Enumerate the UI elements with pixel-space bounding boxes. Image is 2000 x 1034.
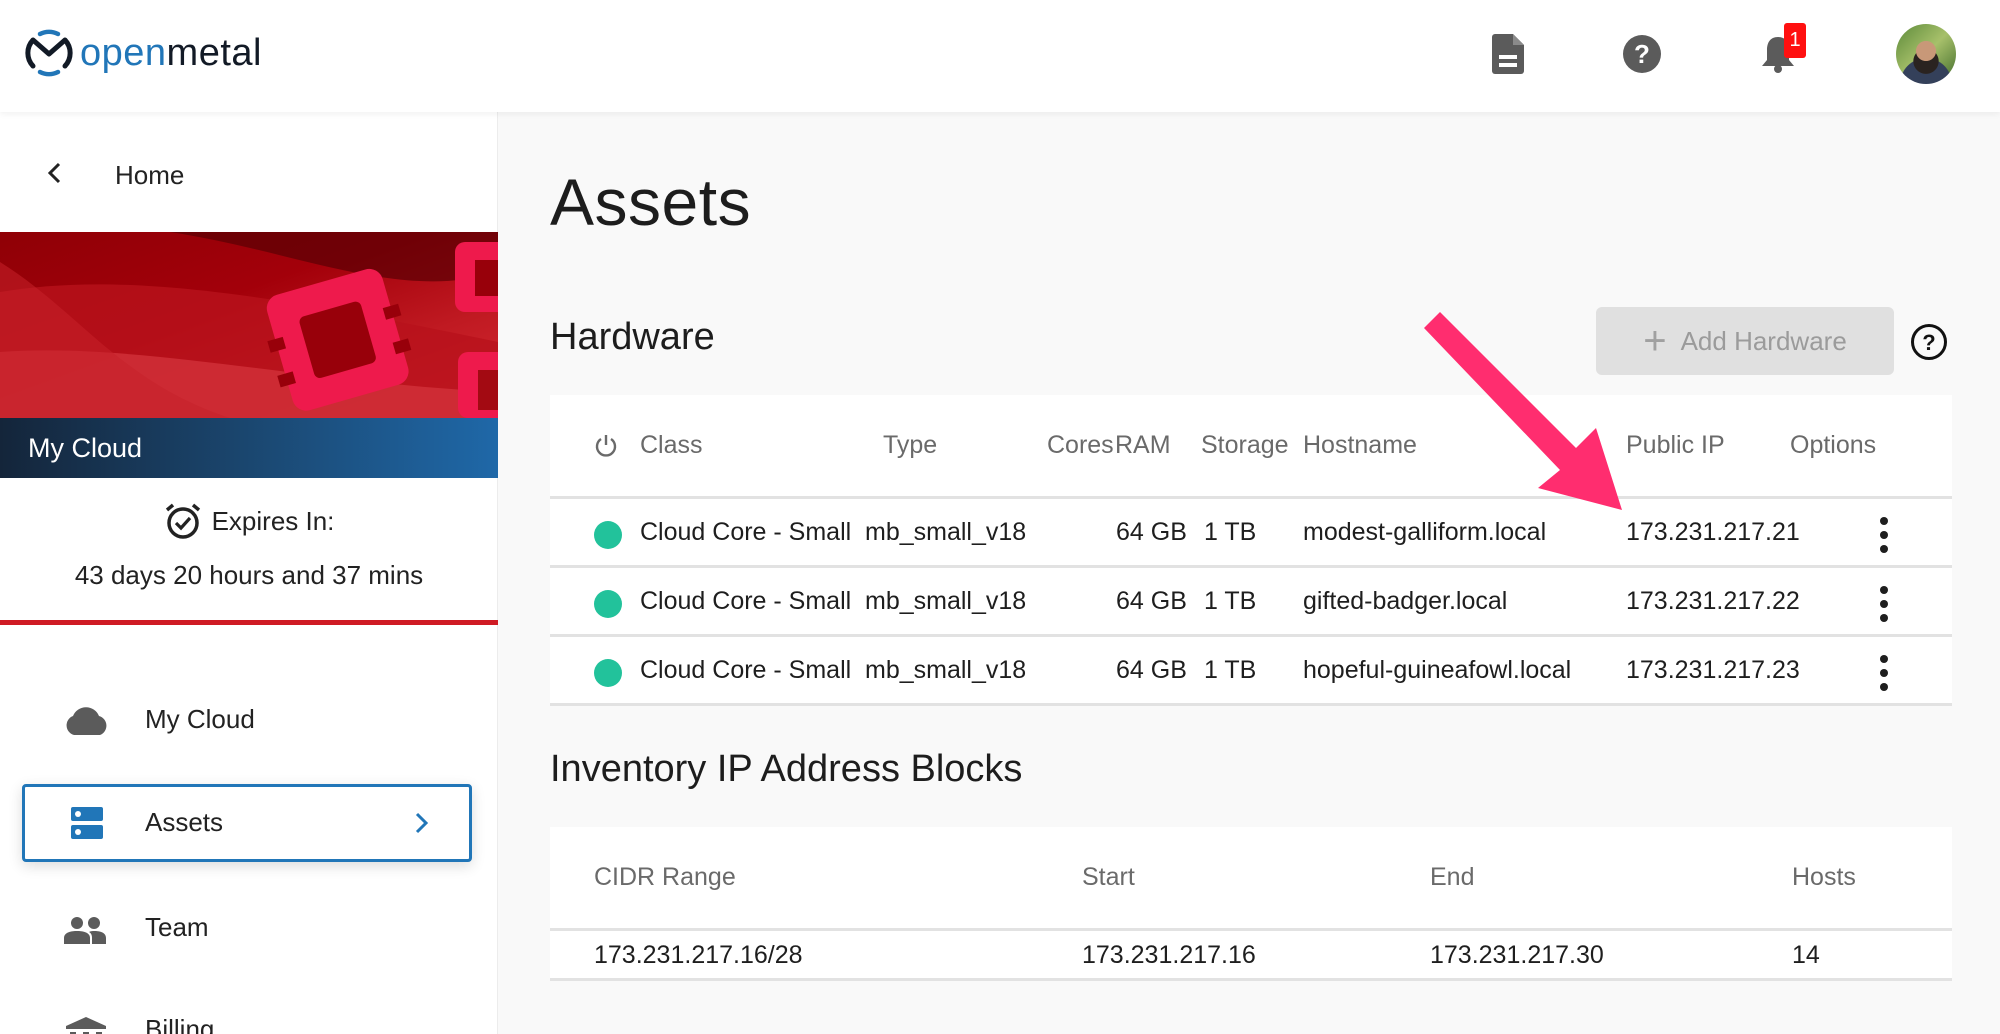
table-row: Cloud Core - Small mb_small_v18 64 GB 1 … (550, 499, 1952, 568)
cell-ram: 64 GB (1116, 656, 1187, 684)
hardware-table: Class Type Cores RAM Storage Hostname Pu… (550, 395, 1952, 706)
cell-type: mb_small_v18 (865, 518, 1027, 546)
cell-class: Cloud Core - Small (640, 518, 852, 546)
column-header-ram[interactable]: RAM (1115, 431, 1171, 460)
svg-text:?: ? (1922, 330, 1935, 355)
divider (0, 620, 498, 625)
sidebar-item-label: Billing (145, 1014, 215, 1034)
ip-blocks-section-title: Inventory IP Address Blocks (550, 748, 1023, 790)
more-options-icon[interactable] (1874, 586, 1894, 622)
column-header-hostname[interactable]: Hostname (1303, 431, 1417, 460)
openmetal-logo[interactable]: openmetal (24, 28, 262, 78)
column-header-type[interactable]: Type (883, 431, 937, 460)
column-header-hosts[interactable]: Hosts (1792, 863, 1856, 892)
more-options-icon[interactable] (1874, 655, 1894, 691)
logo-mark-icon (25, 29, 73, 77)
chevron-right-icon (415, 812, 429, 834)
help-icon[interactable]: ? (1620, 32, 1664, 76)
logo-text: openmetal (80, 31, 262, 74)
cell-hosts: 14 (1792, 941, 1820, 969)
sidebar-item-team[interactable]: Team (22, 890, 472, 968)
expires-value: 43 days 20 hours and 37 mins (74, 560, 424, 590)
bank-icon (62, 1012, 110, 1034)
table-row: Cloud Core - Small mb_small_v18 64 GB 1 … (550, 568, 1952, 637)
cell-hostname: hopeful-guineafowl.local (1303, 656, 1572, 684)
column-header-start[interactable]: Start (1082, 863, 1135, 892)
cell-ram: 64 GB (1116, 587, 1187, 615)
alarm-clock-icon (165, 503, 200, 539)
status-dot-active (594, 659, 622, 687)
page-title: Assets (550, 165, 752, 239)
sidebar: Home My Cloud Expires In: 43 days 20 hou… (0, 112, 498, 1034)
column-header-cores[interactable]: Cores (1047, 431, 1114, 460)
svg-text:?: ? (1634, 39, 1650, 69)
power-icon (595, 435, 617, 457)
main-content: Assets Hardware + Add Hardware ? Class T… (498, 112, 2000, 1034)
table-row: 173.231.217.16/28 173.231.217.16 173.231… (550, 931, 1952, 981)
cell-storage: 1 TB (1204, 656, 1257, 684)
people-icon (62, 910, 110, 950)
clipped-section-title (550, 1022, 1070, 1034)
cell-ram: 64 GB (1116, 518, 1187, 546)
cell-storage: 1 TB (1204, 587, 1257, 615)
cell-type: mb_small_v18 (865, 656, 1027, 684)
table-row: Cloud Core - Small mb_small_v18 64 GB 1 … (550, 637, 1952, 706)
column-header-class[interactable]: Class (640, 431, 703, 460)
add-hardware-label: Add Hardware (1680, 325, 1847, 356)
home-label: Home (115, 160, 185, 190)
cell-class: Cloud Core - Small (640, 587, 852, 615)
ip-blocks-table: CIDR Range Start End Hosts 173.231.217.1… (550, 827, 1952, 981)
cell-hostname: gifted-badger.local (1303, 587, 1508, 615)
cell-end: 173.231.217.30 (1430, 941, 1604, 969)
cell-class: Cloud Core - Small (640, 656, 852, 684)
column-header-storage[interactable]: Storage (1201, 431, 1289, 460)
status-dot-active (594, 590, 622, 618)
cell-storage: 1 TB (1204, 518, 1257, 546)
cell-public-ip: 173.231.217.21 (1626, 518, 1800, 546)
top-bar: openmetal ? 1 (0, 0, 2000, 112)
expires-label: Expires In: (211, 505, 335, 536)
status-dot-active (594, 521, 622, 549)
add-hardware-button[interactable]: + Add Hardware (1596, 307, 1894, 375)
help-circle-icon[interactable]: ? (1910, 323, 1948, 361)
cloud-name: My Cloud (28, 432, 143, 463)
cell-cidr: 173.231.217.16/28 (594, 941, 803, 969)
sidebar-item-my-cloud[interactable]: My Cloud (22, 682, 472, 760)
column-header-options: Options (1790, 431, 1877, 459)
sidebar-item-billing[interactable]: Billing (22, 992, 472, 1034)
sidebar-item-label: Team (145, 912, 209, 942)
plus-icon: + (1643, 319, 1667, 363)
notification-badge: 1 (1784, 23, 1806, 58)
chevron-left-icon (47, 162, 61, 184)
hardware-section-title: Hardware (550, 316, 715, 358)
cell-hostname: modest-galliform.local (1303, 518, 1547, 546)
cell-public-ip: 173.231.217.22 (1626, 587, 1800, 615)
table-header: Class Type Cores RAM Storage Hostname Pu… (550, 395, 1952, 499)
cell-public-ip: 173.231.217.23 (1626, 656, 1800, 684)
cloud-banner-image (0, 232, 498, 418)
user-avatar[interactable] (1896, 24, 1956, 84)
cloud-name-bar[interactable]: My Cloud (0, 418, 498, 478)
document-icon[interactable] (1486, 32, 1530, 76)
cloud-icon (62, 700, 110, 740)
sidebar-item-assets[interactable]: Assets (22, 784, 472, 862)
sidebar-item-label: Assets (145, 807, 224, 837)
sidebar-item-label: My Cloud (145, 704, 255, 734)
column-header-public-ip[interactable]: Public IP (1626, 431, 1725, 460)
back-home-link[interactable]: Home (0, 112, 498, 232)
server-icon (63, 803, 111, 843)
column-header-cidr[interactable]: CIDR Range (594, 863, 736, 892)
more-options-icon[interactable] (1874, 517, 1894, 553)
cell-type: mb_small_v18 (865, 587, 1027, 615)
column-header-end[interactable]: End (1430, 863, 1474, 892)
expiry-panel: Expires In: 43 days 20 hours and 37 mins (0, 478, 498, 618)
cell-start: 173.231.217.16 (1082, 941, 1256, 969)
table-header: CIDR Range Start End Hosts (550, 827, 1952, 931)
